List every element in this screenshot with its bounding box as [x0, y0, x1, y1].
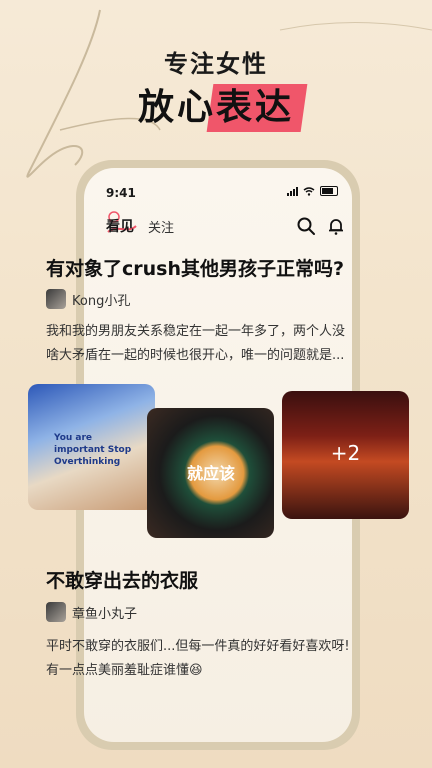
post-excerpt[interactable]: 平时不敢穿的衣服们...但每一件真的好好看好喜欢呀! 有一点点美丽羞耻症谁懂😆	[46, 635, 386, 683]
post-image-more[interactable]: +2	[282, 391, 409, 519]
more-images-count: +2	[330, 441, 361, 465]
post-title[interactable]: 有对象了crush其他男孩子正常吗?	[46, 254, 406, 281]
promo-title-highlight: 表达	[216, 78, 294, 130]
post-image[interactable]: You are important Stop Overthinking	[28, 384, 155, 510]
post-title[interactable]: 不敢穿出去的衣服	[46, 566, 406, 593]
wifi-icon	[303, 186, 315, 196]
author-name: Kong小孔	[72, 293, 131, 309]
search-icon[interactable]	[296, 216, 316, 236]
status-icons	[287, 186, 338, 196]
header-tools	[296, 216, 346, 236]
promo-title: 放心表达	[0, 78, 432, 130]
tab-kanjian[interactable]: 看见	[106, 211, 137, 236]
post-author[interactable]: 章鱼小丸子	[46, 602, 137, 622]
excerpt-line: 平时不敢穿的衣服们...但每一件真的好好看好喜欢呀!	[46, 639, 350, 654]
avatar	[46, 602, 66, 622]
excerpt-line: 有一点点美丽羞耻症谁懂😆	[46, 663, 203, 678]
excerpt-line: 啥大矛盾在一起的时候也很开心，唯一的问题就是...	[46, 348, 345, 363]
image-sign-text: You are important Stop Overthinking	[54, 433, 132, 467]
excerpt-line: 我和我的男朋友关系稳定在一起一年多了，两个人没	[46, 324, 346, 339]
tab-guanzhu[interactable]: 关注	[148, 217, 174, 236]
bell-icon[interactable]	[326, 216, 346, 236]
avatar	[46, 289, 66, 309]
status-time: 9:41	[106, 186, 136, 200]
post-author[interactable]: Kong小孔	[46, 289, 130, 309]
feed-tabs: 看见 关注	[106, 211, 174, 236]
post-image[interactable]: 就应该	[147, 408, 274, 538]
author-name: 章鱼小丸子	[72, 606, 138, 622]
promo-subtitle: 专注女性	[164, 50, 268, 78]
post-excerpt[interactable]: 我和我的男朋友关系稳定在一起一年多了，两个人没 啥大矛盾在一起的时候也很开心，唯…	[46, 320, 386, 368]
promo-title-prefix: 放心	[137, 87, 216, 128]
battery-icon	[320, 186, 338, 196]
image-sign-text: 就应该	[187, 464, 236, 483]
signal-icon	[287, 186, 298, 196]
